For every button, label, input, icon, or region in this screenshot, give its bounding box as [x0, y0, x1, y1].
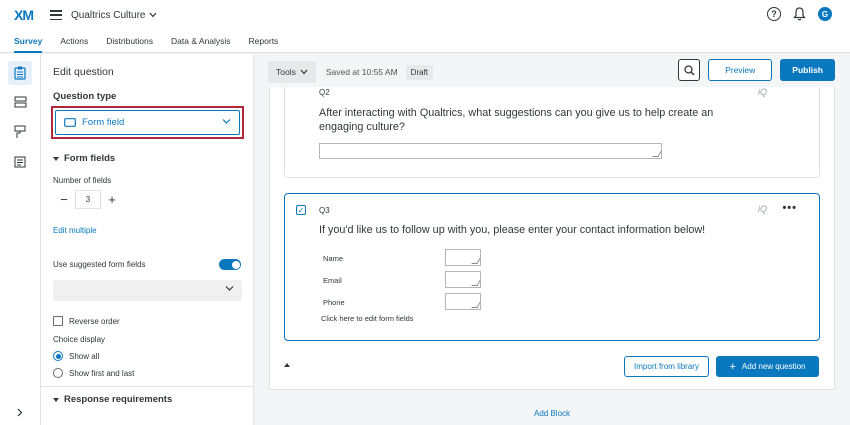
bell-icon[interactable] [793, 7, 806, 21]
text-entry-field[interactable] [319, 143, 662, 159]
search-button[interactable] [678, 59, 701, 81]
question-id: Q2 [319, 88, 330, 97]
saved-status: Saved at 10:55 AM [325, 67, 398, 77]
phone-input[interactable] [445, 293, 481, 310]
response-requirements-section[interactable]: Response requirements [53, 394, 172, 405]
project-selector[interactable]: Qualtrics Culture [71, 10, 157, 21]
reverse-order-label: Reverse order [69, 317, 120, 326]
increment-button[interactable]: + [101, 190, 123, 209]
draft-badge: Draft [405, 64, 434, 80]
tab-actions[interactable]: Actions [60, 30, 88, 52]
question-text-line1: After interacting with Qualtrics, what s… [319, 107, 714, 119]
question-text-line2: engaging culture? [319, 121, 405, 133]
plus-icon: + [729, 360, 736, 373]
decrement-button[interactable]: − [53, 190, 75, 209]
question-text: If you'd like us to follow up with you, … [319, 224, 706, 236]
hamburger-menu-icon[interactable] [50, 10, 62, 20]
question-type-label: Question type [53, 91, 117, 102]
add-new-question-label: Add new question [741, 362, 806, 371]
edit-question-panel: Edit question Question type Form field F… [41, 54, 254, 425]
response-requirements-header: Response requirements [64, 394, 173, 405]
tools-button[interactable]: Tools [268, 61, 316, 83]
show-first-last-label: Show first and last [69, 369, 135, 378]
edit-multiple-link[interactable]: Edit multiple [53, 226, 97, 235]
user-avatar[interactable]: G [818, 7, 832, 21]
project-name: Qualtrics Culture [71, 9, 146, 21]
form-fields-header: Form fields [64, 153, 116, 164]
help-icon[interactable]: ? [767, 7, 781, 21]
iq-icon[interactable]: iQ [758, 87, 767, 97]
form-field-icon [64, 118, 76, 127]
add-new-question-button[interactable]: + Add new question [716, 356, 819, 377]
show-first-last-radio[interactable] [53, 368, 63, 378]
collapse-triangle-icon [53, 397, 59, 402]
number-of-fields-value[interactable]: 3 [75, 190, 101, 209]
panel-title: Edit question [53, 66, 114, 78]
show-all-radio[interactable] [53, 351, 63, 361]
editor-toolbar: Tools Saved at 10:55 AM Draft Preview Pu… [268, 59, 835, 85]
email-input[interactable] [445, 271, 481, 288]
preview-button[interactable]: Preview [708, 59, 773, 81]
publish-button[interactable]: Publish [780, 59, 835, 81]
question-type-dropdown[interactable]: Form field [55, 110, 240, 135]
left-rail [0, 54, 41, 425]
survey-builder-icon[interactable] [8, 61, 32, 85]
reverse-order-checkbox[interactable] [53, 316, 63, 326]
field-label-name: Name [323, 254, 344, 263]
show-all-label: Show all [69, 352, 100, 361]
tools-label: Tools [276, 67, 296, 77]
field-label-email: Email [323, 276, 342, 285]
top-bar: XM Qualtrics Culture ? G [0, 0, 850, 30]
tab-data-analysis[interactable]: Data & Analysis [171, 30, 231, 52]
use-suggested-label: Use suggested form fields [53, 260, 146, 269]
form-fields-section[interactable]: Form fields [53, 153, 115, 164]
question-card-q2[interactable]: Q2 iQ After interacting with Qualtrics, … [284, 87, 820, 178]
tab-reports[interactable]: Reports [249, 30, 279, 52]
name-input[interactable] [445, 249, 481, 266]
tab-distributions[interactable]: Distributions [106, 30, 153, 52]
question-type-value: Form field [82, 117, 125, 128]
question-card-q3[interactable]: ✓ Q3 iQ ••• If you'd like us to follow u… [284, 193, 820, 341]
chevron-down-icon [222, 119, 231, 124]
look-and-feel-icon[interactable] [12, 124, 28, 140]
number-of-fields-label: Number of fields [53, 176, 112, 185]
survey-flow-icon[interactable] [12, 94, 28, 110]
survey-options-icon[interactable] [12, 154, 28, 170]
select-question-checkbox[interactable]: ✓ [296, 205, 306, 215]
suggested-fields-dropdown[interactable] [53, 280, 242, 301]
main-tabs: Survey Actions Distributions Data & Anal… [0, 30, 850, 53]
field-label-phone: Phone [323, 298, 345, 307]
chevron-down-icon [150, 12, 157, 18]
number-of-fields-stepper: − 3 + [53, 190, 123, 209]
tab-survey[interactable]: Survey [14, 30, 43, 53]
use-suggested-toggle[interactable] [219, 259, 241, 270]
question-id: Q3 [319, 206, 330, 215]
divider [41, 386, 254, 387]
add-block-link[interactable]: Add Block [534, 409, 570, 418]
collapse-triangle-icon [53, 156, 59, 161]
search-icon [683, 64, 695, 75]
import-from-library-button[interactable]: Import from library [624, 356, 709, 377]
chevron-down-icon [225, 286, 234, 291]
xm-logo[interactable]: XM [14, 7, 40, 23]
edit-form-fields-link[interactable]: Click here to edit form fields [321, 314, 414, 323]
choice-display-label: Choice display [53, 335, 106, 344]
iq-icon[interactable]: iQ [758, 204, 767, 214]
chevron-down-icon [300, 69, 308, 75]
chevron-right-icon[interactable] [12, 404, 28, 420]
more-options-icon[interactable]: ••• [782, 202, 797, 214]
collapse-block-icon[interactable] [284, 363, 290, 367]
